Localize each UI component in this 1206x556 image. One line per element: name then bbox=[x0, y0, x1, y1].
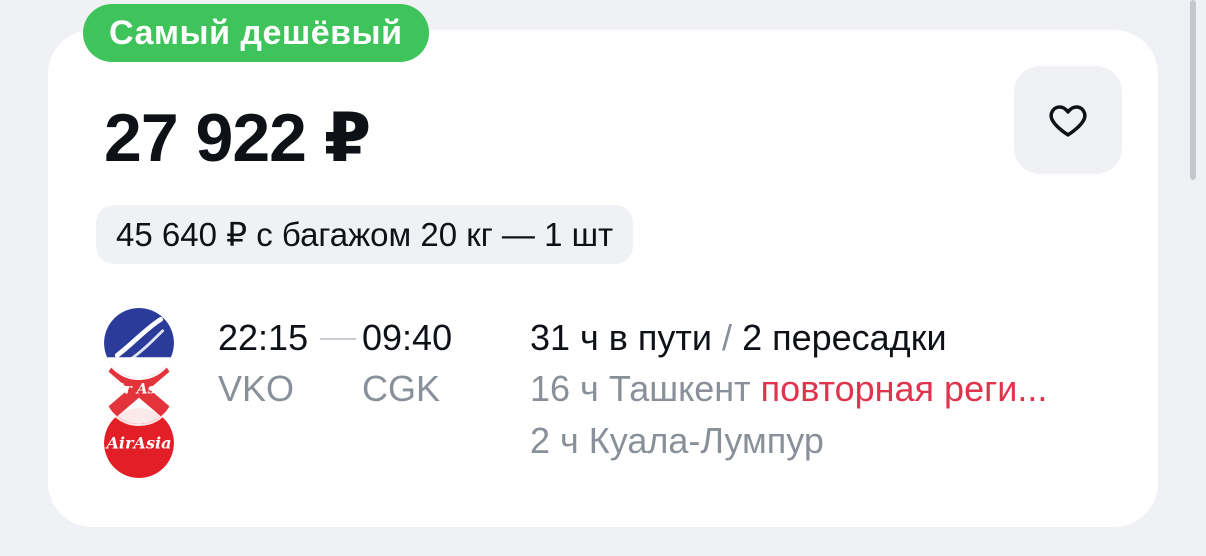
stopover-city: Ташкент bbox=[608, 368, 751, 409]
departure-time: 22:15 bbox=[218, 317, 309, 358]
stopover-duration: 2 ч bbox=[530, 420, 579, 461]
arrival-airport-code: CGK bbox=[362, 368, 441, 409]
time-separator bbox=[320, 338, 356, 340]
favorite-button[interactable] bbox=[1014, 66, 1122, 174]
cheapest-badge: Самый дешёвый bbox=[83, 4, 429, 62]
stopover-item: 16 ч Ташкент повторная реги... bbox=[530, 367, 1047, 411]
scrollbar[interactable] bbox=[1190, 0, 1196, 180]
svg-text:Air Asia: Air Asia bbox=[106, 382, 170, 398]
uzbekistan-airways-logo bbox=[102, 306, 176, 380]
baggage-offer-chip[interactable]: 45 640 ₽ с багажом 20 кг — 1 шт bbox=[96, 205, 634, 264]
stopover-city: Куала-Лумпур bbox=[588, 420, 824, 461]
arrival-time: 09:40 bbox=[362, 317, 453, 358]
svg-text:AirAsia: AirAsia bbox=[104, 434, 171, 453]
summary-separator: / bbox=[722, 317, 733, 358]
trip-summary: 31 ч в пути / 2 пересадки bbox=[530, 316, 947, 360]
stopover-warning: повторная реги... bbox=[760, 368, 1048, 409]
stopover-duration: 16 ч bbox=[530, 368, 599, 409]
airline-logos: Air Asia AirAsia bbox=[102, 306, 176, 480]
stopover-item: 2 ч Куала-Лумпур bbox=[530, 419, 824, 463]
travel-duration: 31 ч в пути bbox=[530, 317, 713, 358]
transfer-count: 2 пересадки bbox=[742, 317, 947, 358]
heart-outline-icon bbox=[1049, 105, 1087, 137]
ticket-price: 27 922 ₽ bbox=[104, 100, 371, 176]
departure-airport-code: VKO bbox=[218, 368, 295, 409]
